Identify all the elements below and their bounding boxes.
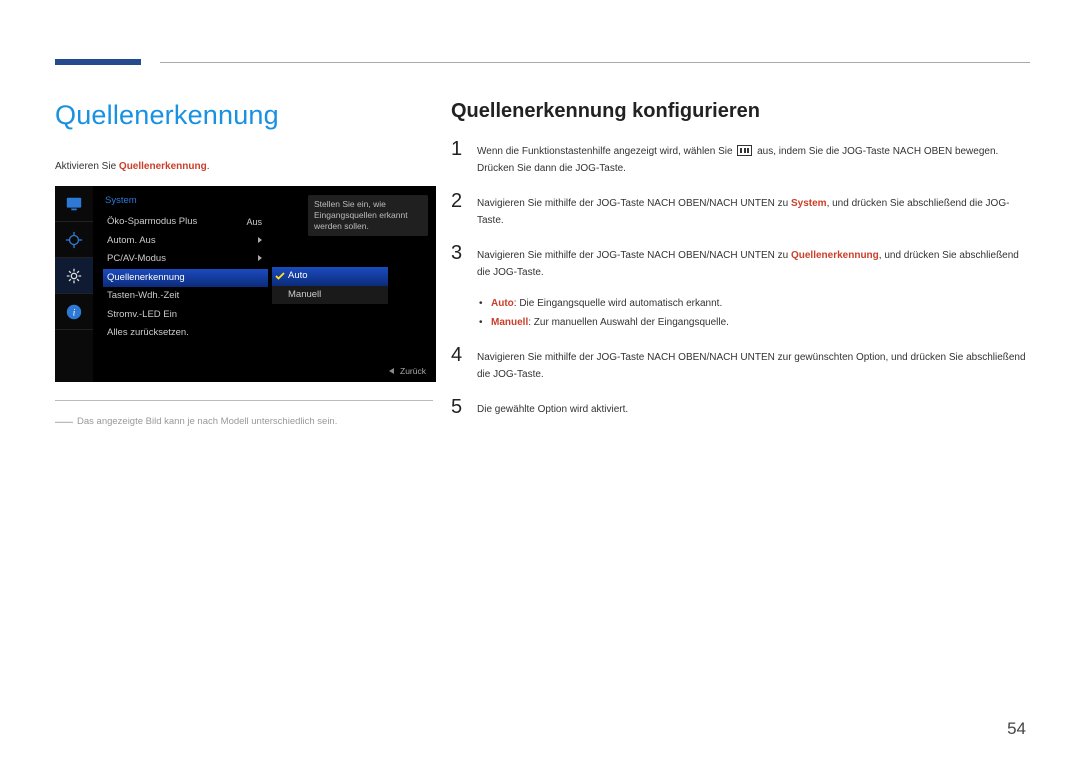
step-text: Wenn die Funktionstastenhilfe angezeigt … (477, 139, 1030, 177)
gear-icon (65, 267, 83, 285)
chevron-right-icon (258, 237, 262, 243)
step-3: 3 Navigieren Sie mithilfe der JOG-Taste … (451, 243, 1030, 281)
osd-sidebar: i (55, 186, 93, 382)
osd-item-reset[interactable]: Alles zurücksetzen. (103, 324, 268, 343)
step-text: Navigieren Sie mithilfe der JOG-Taste NA… (477, 345, 1030, 383)
dash-icon: ― (55, 411, 71, 431)
step-1: 1 Wenn die Funktionstastenhilfe angezeig… (451, 139, 1030, 177)
right-column: Quellenerkennung konfigurieren 1 Wenn di… (451, 100, 1030, 432)
osd-sub-manual[interactable]: Manuell (272, 286, 388, 305)
step-number: 3 (451, 243, 477, 281)
header-accent-bar (55, 59, 141, 65)
osd-sub-auto[interactable]: Auto (272, 267, 388, 286)
osd-item-autooff[interactable]: Autom. Aus (103, 232, 268, 251)
intro-keyword: Quellenerkennung (119, 161, 207, 172)
page-title: Quellenerkennung (55, 100, 433, 131)
step-text: Navigieren Sie mithilfe der JOG-Taste NA… (477, 191, 1030, 229)
step-number: 5 (451, 397, 477, 418)
osd-tab-system[interactable] (55, 258, 93, 294)
step-text: Navigieren Sie mithilfe der JOG-Taste NA… (477, 243, 1030, 281)
intro-pre: Aktivieren Sie (55, 161, 119, 172)
info-icon: i (65, 303, 83, 321)
osd-tab-display[interactable] (55, 222, 93, 258)
check-icon (275, 271, 285, 281)
osd-item-source-detect[interactable]: Quellenerkennung (103, 269, 268, 288)
osd-tab-picture[interactable] (55, 186, 93, 222)
step-number: 2 (451, 191, 477, 229)
osd-menu-screenshot: i System Öko-Sparmodus PlusAus Autom. Au… (55, 186, 436, 382)
target-icon (65, 231, 83, 249)
osd-item-pcav[interactable]: PC/AV-Modus (103, 250, 268, 269)
back-triangle-icon (389, 368, 394, 374)
chevron-right-icon (258, 255, 262, 261)
osd-header: System (105, 195, 137, 206)
osd-back-label[interactable]: Zurück (400, 366, 426, 376)
footnote: ―Das angezeigte Bild kann je nach Modell… (55, 411, 433, 432)
osd-menu-list: Öko-Sparmodus PlusAus Autom. Aus PC/AV-M… (103, 213, 268, 343)
step-number: 4 (451, 345, 477, 383)
osd-tab-info[interactable]: i (55, 294, 93, 330)
step-number: 1 (451, 139, 477, 177)
intro-post: . (207, 161, 210, 172)
header-rule (160, 62, 1030, 63)
bullet-auto: Auto: Die Eingangsquelle wird automatisc… (477, 295, 1030, 312)
step-5: 5 Die gewählte Option wird aktiviert. (451, 397, 1030, 418)
osd-item-key-repeat[interactable]: Tasten-Wdh.-Zeit (103, 287, 268, 306)
left-column: Quellenerkennung Aktivieren Sie Quellene… (55, 100, 433, 432)
step-text: Die gewählte Option wird aktiviert. (477, 397, 628, 418)
divider (55, 400, 433, 401)
option-bullets: Auto: Die Eingangsquelle wird automatisc… (477, 295, 1030, 331)
osd-submenu: Auto Manuell (272, 267, 388, 304)
menu-icon (737, 145, 752, 156)
intro-text: Aktivieren Sie Quellenerkennung. (55, 161, 433, 172)
svg-text:i: i (73, 307, 76, 318)
section-heading: Quellenerkennung konfigurieren (451, 100, 1030, 123)
monitor-icon (65, 195, 83, 213)
step-4: 4 Navigieren Sie mithilfe der JOG-Taste … (451, 345, 1030, 383)
osd-item-eco[interactable]: Öko-Sparmodus PlusAus (103, 213, 268, 232)
bullet-manual: Manuell: Zur manuellen Auswahl der Einga… (477, 314, 1030, 331)
osd-hint: Stellen Sie ein, wie Eingangsquellen erk… (308, 195, 428, 236)
page-number: 54 (1007, 719, 1026, 739)
osd-item-power-led[interactable]: Stromv.-LED Ein (103, 306, 268, 325)
step-2: 2 Navigieren Sie mithilfe der JOG-Taste … (451, 191, 1030, 229)
